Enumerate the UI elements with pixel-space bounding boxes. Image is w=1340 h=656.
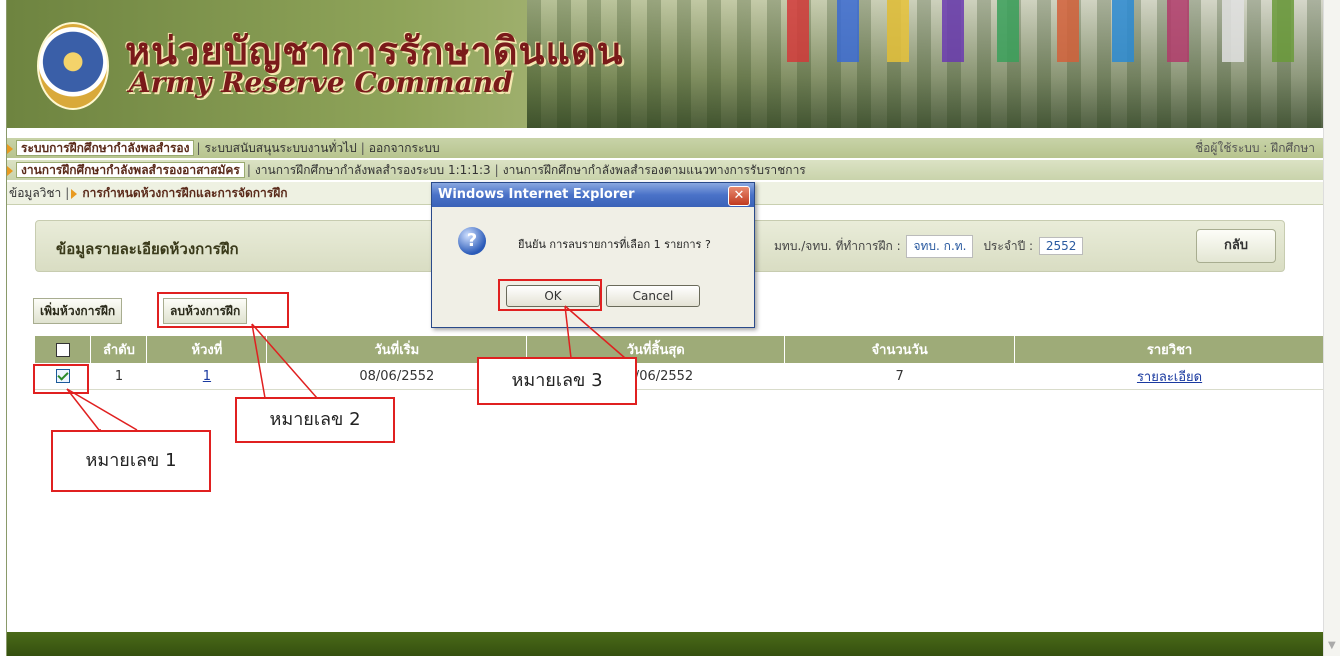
submenu-service-guideline-training[interactable]: งานการฝึกศึกษากำลังพลสำรองตามแนวทางการรั… (501, 163, 808, 177)
menu-support-system[interactable]: ระบบสนับสนุนระบบงานทั่วไป (203, 141, 359, 155)
header-banner: หน่วยบัญชาการรักษาดินแดน Army Reserve Co… (7, 0, 1323, 128)
year-label: ประจำปี : (983, 239, 1034, 253)
confirm-dialog: Windows Internet Explorer ✕ ? ยืนยัน การ… (431, 182, 755, 328)
column-header: ลำดับ (90, 336, 148, 363)
page-footer (7, 632, 1323, 656)
army-emblem-logo (37, 22, 109, 110)
highlight-delete-button (157, 292, 289, 328)
menu-separator: | (246, 163, 251, 177)
period-link[interactable]: 1 (203, 369, 211, 384)
highlight-row-checkbox (33, 364, 89, 394)
table-header-row: ลำดับ ห้วงที่ วันที่เริ่ม วันที่สิ้นสุด … (35, 336, 1325, 363)
arrow-right-icon (71, 188, 78, 199)
arrow-right-icon (7, 143, 13, 154)
menu-separator: | (360, 141, 365, 155)
app-frame: หน่วยบัญชาการรักษาดินแดน Army Reserve Co… (6, 0, 1325, 656)
banner-subtitle: Army Reserve Command (129, 66, 513, 99)
cancel-button[interactable]: Cancel (606, 285, 700, 307)
highlight-ok-button (498, 279, 602, 311)
current-user-label: ชื่อผู้ใช้ระบบ : ฝึกศึกษา (1194, 141, 1315, 155)
row-period-cell: 1 (146, 363, 267, 390)
column-header: รายวิชา (1014, 336, 1325, 363)
row-index: 1 (90, 363, 147, 390)
add-period-button[interactable]: เพิ่มห้วงการฝึก (33, 298, 123, 324)
back-button[interactable]: กลับ (1196, 229, 1276, 263)
panel-info: มทบ./จทบ. ที่ทำการฝึก : จทบ. ก.ท. ประจำป… (774, 235, 1089, 258)
callout-1: หมายเลข 1 (51, 430, 211, 492)
submenu-volunteer-training[interactable]: งานการฝึกศึกษากำลังพลสำรองอาสาสมัคร (16, 162, 245, 178)
menu-training-system[interactable]: ระบบการฝึกศึกษากำลังพลสำรอง (16, 140, 195, 156)
row-subject-cell: รายละเอียด (1014, 363, 1325, 390)
vertical-scrollbar[interactable]: ▼ (1323, 0, 1340, 656)
breadcrumb-current-page[interactable]: การกำหนดห้วงการฝึกและการจัดการฝึก (80, 186, 289, 200)
subject-detail-link[interactable]: รายละเอียด (1137, 370, 1202, 385)
menu-logout[interactable]: ออกจากระบบ (367, 141, 442, 155)
breadcrumb-subject-info[interactable]: ข้อมูลวิชา (7, 186, 63, 200)
menu-separator: | (494, 163, 499, 177)
sub-menu: งานการฝึกศึกษากำลังพลสำรองอาสาสมัคร | งานก… (7, 160, 1323, 180)
arrow-right-icon (7, 165, 13, 176)
table-row: 1 1 08/06/2552 15/06/2552 7 รายละเอียด (35, 363, 1325, 390)
training-period-table: ลำดับ ห้วงที่ วันที่เริ่ม วันที่สิ้นสุด … (35, 336, 1325, 390)
year-value: 2552 (1038, 237, 1084, 255)
dialog-title: Windows Internet Explorer (432, 183, 754, 207)
column-header: ห้วงที่ (146, 336, 268, 363)
banner-flags (767, 0, 1323, 70)
unit-value: จทบ. ก.ท. (906, 235, 974, 258)
submenu-1113-training[interactable]: งานการฝึกศึกษากำลังพลสำรองระบบ 1:1:1:3 (253, 163, 493, 177)
menu-separator: | (65, 186, 70, 200)
column-header: จำนวนวัน (784, 336, 1016, 363)
main-menu: ระบบการฝึกศึกษากำลังพลสำรอง | ระบบสนับสนุน… (7, 138, 1323, 158)
page-title: ข้อมูลรายละเอียดห้วงการฝึก (56, 240, 239, 258)
question-icon: ? (458, 227, 486, 255)
select-all-header[interactable] (35, 336, 92, 363)
scroll-down-icon[interactable]: ▼ (1328, 640, 1336, 651)
callout-2: หมายเลข 2 (235, 397, 395, 443)
select-all-checkbox[interactable] (55, 342, 70, 357)
close-icon[interactable]: ✕ (728, 186, 750, 206)
callout-3: หมายเลข 3 (477, 357, 637, 405)
unit-label: มทบ./จทบ. ที่ทำการฝึก : (774, 239, 901, 253)
menu-separator: | (196, 141, 201, 155)
row-days: 7 (784, 363, 1015, 390)
dialog-message: ยืนยัน การลบรายการที่เลือก 1 รายการ ? (518, 238, 711, 251)
